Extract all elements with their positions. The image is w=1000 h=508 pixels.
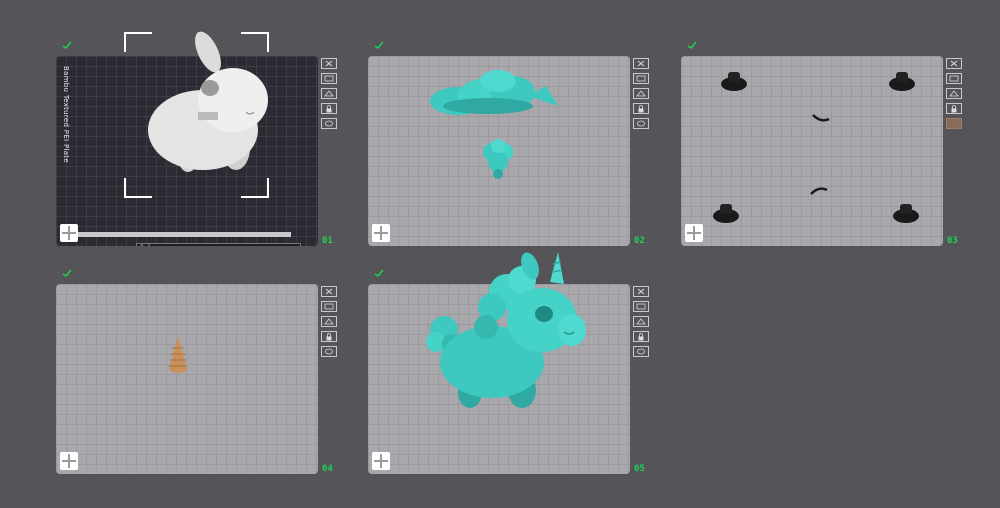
eyelash-part-model[interactable] [811,111,831,125]
plate-grid-button[interactable] [372,452,390,470]
lock-icon[interactable] [633,331,649,342]
plate-04[interactable]: 04 [56,268,346,488]
plate-grid-button[interactable] [60,224,78,242]
tail-model-teal[interactable] [480,138,516,180]
check-icon [62,269,72,277]
plate-grid-button[interactable] [685,224,703,242]
plate-grid-button[interactable] [372,224,390,242]
eye-part-model[interactable] [891,200,921,224]
mane-model-teal[interactable] [428,66,563,126]
close-icon[interactable] [946,58,962,69]
plate-03[interactable]: 03 [681,40,971,260]
plate-number: 04 [322,464,333,474]
settings-icon[interactable] [321,118,337,129]
check-icon [374,269,384,277]
settings-icon[interactable] [321,346,337,357]
settings-icon[interactable] [633,118,649,129]
build-plate[interactable] [368,56,630,246]
eye-part-model[interactable] [719,68,749,92]
close-icon[interactable] [633,286,649,297]
arrange-icon[interactable] [946,73,962,84]
orient-icon[interactable] [633,88,649,99]
plate-toolbar [321,58,339,133]
eye-part-model[interactable] [887,68,917,92]
settings-icon[interactable] [946,118,962,129]
plate-05[interactable]: 05 [368,252,658,488]
plate-status-bar: 0 1 [136,243,301,246]
check-icon [687,41,697,49]
orient-icon[interactable] [946,88,962,99]
lock-icon[interactable] [321,331,337,342]
check-icon [62,41,72,49]
close-icon[interactable] [633,58,649,69]
plate-toolbar [946,58,964,133]
plate-type-label: Bambu Textured PEI Plate [62,66,70,163]
plate-number: 02 [634,236,645,246]
plate-01[interactable]: Bambu Textured PEI Plate 0 1 01 [56,31,346,260]
orient-icon[interactable] [321,88,337,99]
plate-toolbar [633,58,651,133]
orient-icon[interactable] [321,316,337,327]
plate-grid-button[interactable] [60,452,78,470]
lock-icon[interactable] [946,103,962,114]
plate-02[interactable]: 02 [368,40,658,260]
arrange-icon[interactable] [321,73,337,84]
check-icon [374,41,384,49]
arrange-icon[interactable] [633,73,649,84]
horn-model-tan[interactable] [166,334,190,378]
plate-toolbar [633,286,651,361]
close-icon[interactable] [321,286,337,297]
build-plate[interactable] [681,56,943,246]
plate-number: 03 [947,236,958,246]
arrange-icon[interactable] [633,301,649,312]
close-icon[interactable] [321,58,337,69]
eyelash-part-model[interactable] [809,184,829,198]
unicorn-model-white[interactable] [118,30,273,190]
plate-toolbar [321,286,339,361]
build-plate[interactable] [56,284,318,474]
plate-number: 05 [634,464,645,474]
plate-number: 01 [322,236,333,246]
orient-icon[interactable] [633,316,649,327]
plate-edge-bar [76,232,291,237]
lock-icon[interactable] [321,103,337,114]
lock-icon[interactable] [633,103,649,114]
unicorn-model-teal[interactable] [422,252,592,412]
settings-icon[interactable] [633,346,649,357]
eye-part-model[interactable] [711,200,741,224]
arrange-icon[interactable] [321,301,337,312]
